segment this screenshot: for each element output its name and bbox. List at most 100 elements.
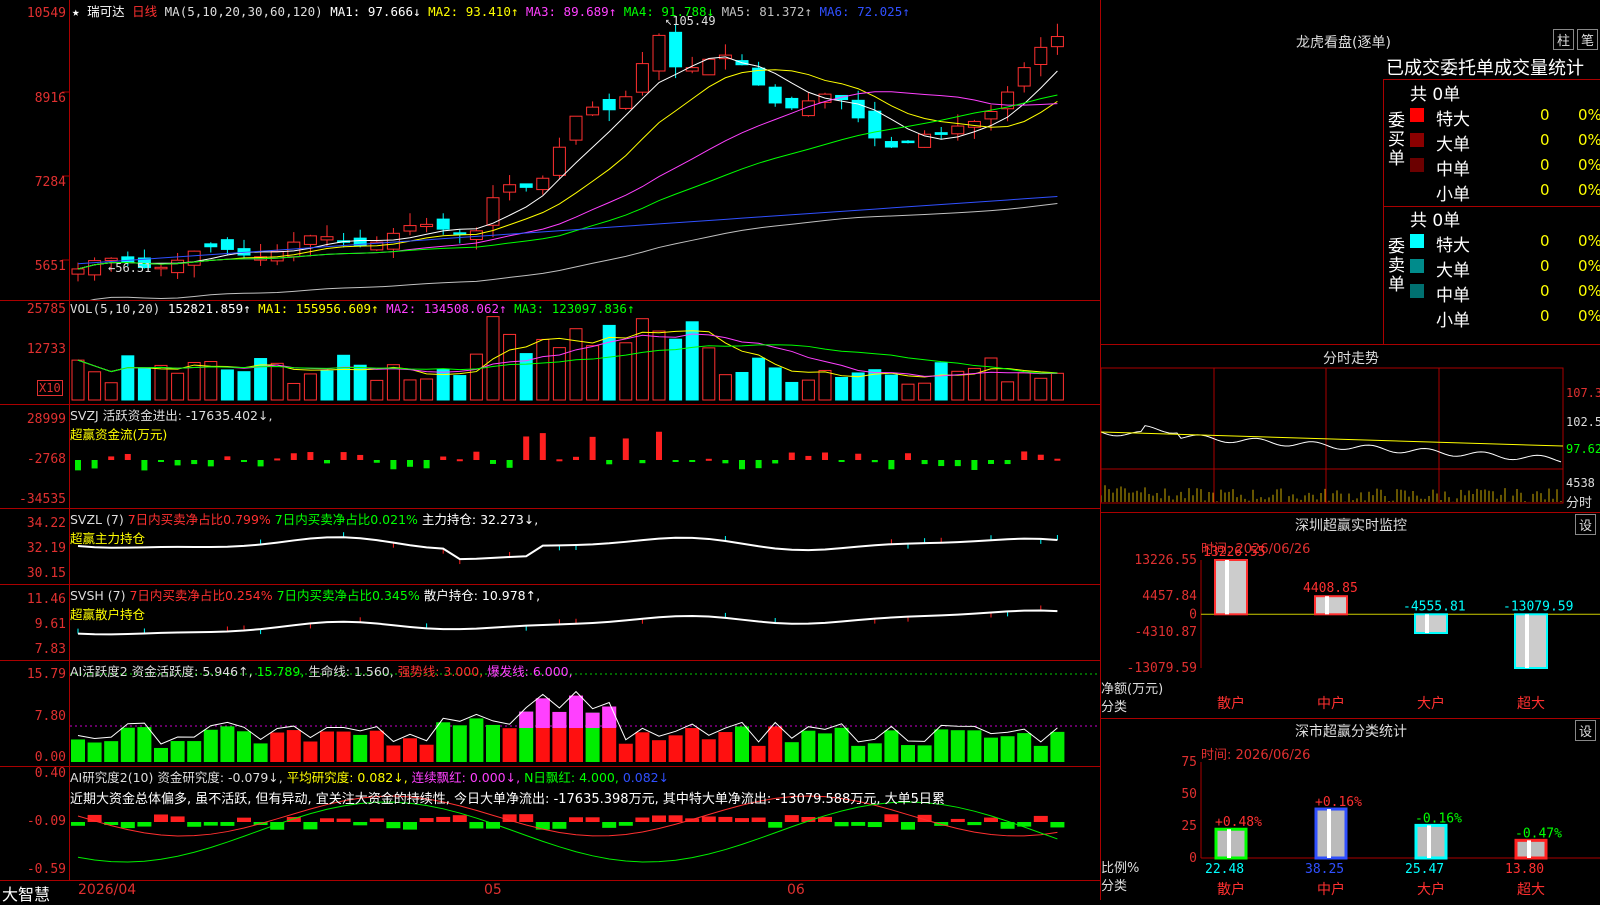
activity-bar bbox=[237, 731, 251, 762]
volume-bar bbox=[984, 357, 998, 401]
activity-bar bbox=[303, 741, 318, 762]
flow-bar bbox=[954, 460, 961, 467]
ai1-d: 强势线: 3.000, bbox=[397, 664, 484, 679]
research-bar bbox=[685, 818, 700, 822]
monitor-bar-shine bbox=[1525, 614, 1529, 668]
volume-bar bbox=[171, 372, 185, 401]
classify-category-label: 散户 bbox=[1217, 881, 1245, 898]
vol-ma3: MA3: 123097.836↑ bbox=[514, 301, 635, 316]
candle bbox=[436, 218, 450, 230]
classify-y-tick: 50 bbox=[1181, 787, 1197, 802]
flow-bar bbox=[340, 452, 347, 460]
volume-bar bbox=[469, 353, 483, 401]
monitor-y-tick: -13079.59 bbox=[1127, 661, 1197, 676]
volume-bar bbox=[635, 318, 649, 401]
volume-bar bbox=[370, 379, 384, 401]
favorite-star-icon[interactable]: ★ bbox=[72, 4, 80, 19]
candle bbox=[951, 125, 965, 135]
monitor-panel: 深圳超赢实时监控 设 时间: 2026/06/26 13226.55 4457.8… bbox=[1100, 512, 1600, 719]
activity-top bbox=[602, 706, 617, 728]
high-price-label: ↖105.49 bbox=[665, 14, 716, 28]
activity-bar bbox=[950, 730, 965, 762]
research-bar bbox=[851, 822, 866, 826]
activity-bar bbox=[934, 729, 949, 762]
candle bbox=[171, 259, 185, 274]
intraday-chart[interactable] bbox=[1101, 344, 1600, 512]
ai-activity-panel[interactable]: AI活跃度2 资金活跃度: 5.946↑, 15.789, 生命线: 1.560… bbox=[0, 660, 1100, 767]
svsh-y-tick: 11.46 bbox=[26, 592, 66, 607]
svzl-panel[interactable]: SVZL (7) 7日内买卖净占比0.799% 7日内买卖净占比0.021% 主… bbox=[0, 508, 1100, 585]
volume-bar bbox=[901, 383, 915, 401]
monitor-axis-label: 净额(万元) bbox=[1101, 682, 1164, 697]
candle bbox=[1017, 67, 1031, 87]
ai2-c: 连续飘红: 0.000↓, bbox=[411, 770, 521, 785]
flow-bar bbox=[124, 453, 131, 460]
buy-side: 委买单 共 0单 特大 0 0% 大单 0 0% 中单 0 0% 小单 0 0% bbox=[1384, 80, 1600, 207]
period-label[interactable]: 日线 bbox=[132, 4, 157, 19]
fenshi-y-tick: 97.62 bbox=[1566, 442, 1600, 456]
classify-change-label: +0.48% bbox=[1215, 815, 1262, 830]
svzl-label: SVZL (7) bbox=[70, 512, 124, 527]
research-bar bbox=[187, 822, 202, 827]
ai2-header: AI研究度2(10) 资金研究度: -0.079↓, 平均研究度: 0.082↓… bbox=[70, 767, 669, 786]
color-swatch bbox=[1410, 234, 1424, 248]
fenshi-unit: 分时 bbox=[1566, 496, 1593, 511]
fenshi-avg-line bbox=[1101, 431, 1564, 447]
lhb-row: 大单 0 0% bbox=[1410, 130, 1600, 155]
activity-bar bbox=[369, 730, 384, 762]
volume-bar bbox=[884, 374, 898, 401]
flow-bar bbox=[921, 460, 928, 465]
monitor-bar-shine bbox=[1225, 560, 1229, 615]
lhb-row: 小单 0 0% bbox=[1410, 180, 1600, 205]
activity-bar bbox=[618, 743, 633, 762]
flow-bar bbox=[988, 460, 994, 464]
ma5-line bbox=[89, 202, 1058, 300]
research-bar bbox=[320, 818, 334, 822]
fenshi-panel[interactable]: 分时走势 107.3 102.5 97.62 4538 分时 bbox=[1100, 344, 1600, 513]
classify-change-label: -0.16% bbox=[1415, 811, 1462, 826]
svsh-panel[interactable]: SVSH (7) 7日内买卖净占比0.254% 7日内买卖净占比0.345% 散… bbox=[0, 584, 1100, 661]
vol-unit-button[interactable]: X10 bbox=[37, 380, 63, 396]
activity-bar bbox=[668, 735, 683, 762]
activity-top bbox=[569, 695, 583, 728]
lhb-row: 小单 0 0% bbox=[1410, 306, 1600, 331]
flow-bar bbox=[207, 460, 214, 467]
ma6-line bbox=[77, 196, 1058, 265]
candle bbox=[154, 266, 168, 270]
flow-bar bbox=[938, 460, 945, 467]
candle bbox=[1050, 36, 1064, 48]
flow-bar bbox=[705, 458, 712, 461]
svzj-panel[interactable]: SVZJ 活跃资金进出: -17635.402↓, 超赢资金流(万元) 2899… bbox=[0, 404, 1100, 509]
bar-mode-button[interactable]: 柱 bbox=[1553, 29, 1575, 50]
stroke-mode-button[interactable]: 笔 bbox=[1577, 29, 1599, 50]
ai1-e: 爆发线: 6.000, bbox=[487, 664, 573, 679]
monitor-bar-label: -4555.81 bbox=[1403, 599, 1466, 614]
research-bar bbox=[1017, 822, 1032, 827]
svzl-c: 主力持仓: 32.273↓, bbox=[421, 512, 539, 527]
activity-bar bbox=[87, 742, 102, 762]
research-bar bbox=[668, 815, 683, 822]
volume-bar bbox=[420, 378, 434, 401]
flow-bar bbox=[888, 460, 895, 470]
activity-bar bbox=[901, 745, 915, 762]
kline-panel[interactable]: ★ 瑞可达 日线 MA(5,10,20,30,60,120) MA1: 97.6… bbox=[0, 0, 1100, 301]
research-bar bbox=[602, 822, 617, 828]
flow-bar bbox=[739, 460, 745, 470]
research-bar bbox=[120, 822, 135, 829]
kline-chart[interactable] bbox=[0, 0, 1100, 300]
ma2-line bbox=[77, 69, 1058, 270]
lhb-row: 大单 0 0% bbox=[1410, 256, 1600, 281]
candle bbox=[602, 99, 616, 111]
activity-bar bbox=[818, 733, 832, 762]
ma2-value: MA2: 93.410↑ bbox=[428, 4, 519, 19]
flow-bar bbox=[523, 436, 530, 460]
volume-panel[interactable]: VOL(5,10,20) 152821.859↑ MA1: 155956.609… bbox=[0, 300, 1100, 405]
candle bbox=[635, 63, 649, 93]
ai-research-panel[interactable]: AI研究度2(10) 资金研究度: -0.079↓, 平均研究度: 0.082↓… bbox=[0, 766, 1100, 880]
candle bbox=[901, 140, 915, 144]
research-bar bbox=[237, 817, 251, 822]
lhb-row-pct: 0% bbox=[1578, 181, 1600, 199]
flow-bar bbox=[573, 456, 579, 460]
ai2-y-tick: -0.59 bbox=[26, 862, 66, 877]
flow-bar bbox=[656, 431, 662, 460]
